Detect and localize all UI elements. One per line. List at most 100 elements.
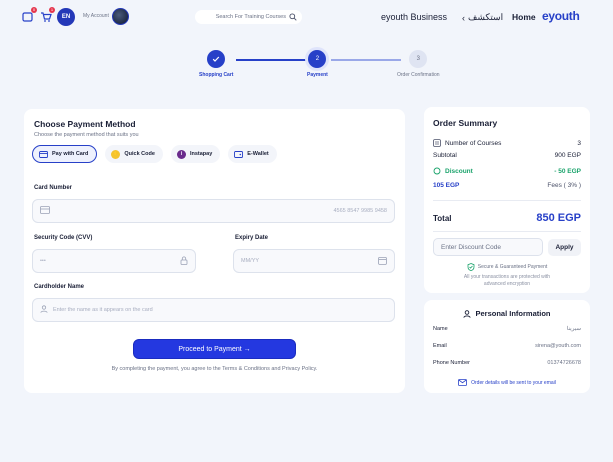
order-summary-card: Order Summary Number of Courses 3 Subtot… — [424, 107, 590, 293]
quick-code-icon: ⚡ — [111, 149, 121, 159]
cvv-label: Security Code (CVV) — [34, 235, 93, 241]
card-field-icon — [40, 206, 50, 216]
top-navbar: 0 1 EN My Account Search For Training Co… — [0, 0, 613, 34]
order-summary-title: Order Summary — [433, 118, 498, 128]
email-row: Email sirena@youth.com — [433, 343, 581, 349]
avatar[interactable] — [112, 8, 129, 25]
payment-title: Choose Payment Method — [34, 119, 136, 129]
card-number-label: Card Number — [34, 185, 73, 191]
expiry-date-input[interactable]: MM/YY — [233, 249, 395, 273]
phone-row: Phone Number 01374726678 — [433, 360, 581, 366]
cart-icon[interactable]: 1 — [40, 7, 55, 22]
secure-payment-badge: Secure & Guaranteed Payment — [424, 263, 590, 271]
discount-label: Discount — [445, 167, 473, 175]
check-icon — [207, 50, 226, 68]
method-label: Pay with Card — [52, 151, 89, 157]
proceed-to-payment-button[interactable]: Proceed to Payment → — [133, 339, 296, 359]
phone-label: Phone Number — [433, 360, 470, 366]
card-icon — [39, 150, 48, 159]
step-label: Payment — [307, 72, 328, 78]
eyouth-logo[interactable]: eyouth — [542, 9, 580, 23]
cardholder-placeholder: Enter the name as it appears on the card — [53, 307, 153, 313]
cart-count-badge: 1 — [49, 7, 55, 13]
home-link[interactable]: Home — [512, 12, 536, 22]
search-input[interactable]: Search For Training Courses — [195, 10, 302, 24]
name-row: Name سيرينا — [433, 326, 581, 332]
step-label: Order Confirmation — [397, 72, 440, 78]
wishlist-count-badge: 0 — [31, 7, 37, 13]
secure-label: Secure & Guaranteed Payment — [477, 264, 548, 270]
subtotal-value: 900 EGP — [554, 152, 581, 159]
email-label: Email — [433, 343, 447, 349]
fees-row: 105 EGP Fees ( 3% ) — [433, 182, 581, 189]
cardholder-name-input[interactable]: Enter the name as it appears on the card — [32, 298, 395, 322]
instapay-icon: i — [176, 149, 186, 159]
method-e-wallet[interactable]: E-Wallet — [228, 145, 277, 163]
discount-value: - 50 EGP — [554, 167, 581, 175]
checkout-stepper: Shopping Cart 2 Payment 3 Order Confirma… — [196, 50, 446, 82]
terms-text: By completing the payment, you agree to … — [111, 366, 318, 372]
language-switch-button[interactable]: EN — [57, 8, 75, 26]
fees-label: Fees ( 3% ) — [547, 182, 581, 189]
shield-check-icon — [467, 263, 475, 271]
chevron-left-icon: ‹ — [462, 12, 465, 23]
stepper-line-pending — [331, 59, 401, 61]
method-pay-with-card[interactable]: Pay with Card — [32, 145, 98, 163]
apply-button[interactable]: Apply — [548, 239, 581, 256]
step-number: 2 — [308, 50, 327, 68]
summary-divider — [433, 200, 581, 201]
user-icon — [463, 309, 472, 318]
discount-row: Discount - 50 EGP — [433, 167, 581, 175]
total-divider — [433, 231, 581, 232]
discount-code-input[interactable]: Enter Discount Code — [433, 238, 543, 256]
courses-value: 3 — [577, 139, 581, 147]
method-instapay[interactable]: i Instapay — [170, 145, 221, 163]
explore-label: استكشف — [468, 12, 504, 22]
stepper-line-completed — [236, 59, 306, 61]
method-quick-code[interactable]: ⚡ Quick Code — [105, 145, 163, 163]
phone-value: 01374726678 — [547, 360, 581, 366]
step-number: 3 — [409, 50, 428, 68]
email-note: Order details will be sent to your email — [424, 379, 590, 386]
expiry-placeholder: MM/YY — [241, 258, 260, 264]
step-shopping-cart[interactable]: Shopping Cart — [199, 50, 233, 78]
card-number-placeholder: 4565 8547 9985 9458 — [333, 208, 387, 214]
courses-label: Number of Courses — [445, 139, 502, 147]
cvv-input[interactable]: ••• — [32, 249, 196, 273]
method-label: Instapay — [189, 151, 213, 157]
personal-info-card: Personal Information Name سيرينا Email s… — [424, 300, 590, 393]
step-payment: 2 Payment — [307, 50, 328, 78]
email-value: sirena@youth.com — [535, 343, 581, 349]
explore-menu[interactable]: ‹ استكشف — [462, 12, 503, 23]
personal-info-title: Personal Information — [475, 309, 551, 318]
subtotal-row: Subtotal 900 EGP — [433, 152, 581, 159]
step-order-confirmation: 3 Order Confirmation — [397, 50, 440, 78]
calendar-icon[interactable] — [378, 256, 387, 267]
name-label: Name — [433, 326, 448, 332]
payment-subtitle: Choose the payment method that suits you — [34, 132, 139, 138]
payment-method-card: Choose Payment Method Choose the payment… — [24, 109, 405, 393]
business-link[interactable]: eyouth Business — [381, 12, 447, 22]
lock-icon — [180, 256, 188, 267]
wishlist-icon[interactable]: 0 — [22, 7, 37, 22]
search-placeholder: Search For Training Courses — [215, 14, 286, 20]
subtotal-label: Subtotal — [433, 152, 457, 159]
courses-icon — [433, 139, 441, 147]
wallet-icon — [234, 150, 244, 159]
tag-icon — [433, 167, 441, 175]
card-number-input[interactable]: 4565 8547 9985 9458 — [32, 199, 395, 223]
total-label: Total — [433, 214, 452, 223]
step-label: Shopping Cart — [199, 72, 234, 78]
search-icon[interactable] — [289, 13, 297, 21]
my-account-link[interactable]: My Account — [83, 13, 109, 19]
mail-icon — [458, 379, 468, 386]
cvv-placeholder: ••• — [40, 258, 46, 264]
total-value: 850 EGP — [536, 212, 581, 224]
email-note-text: Order details will be sent to your email — [471, 379, 556, 386]
personal-info-header: Personal Information — [424, 309, 590, 318]
user-icon — [40, 305, 48, 315]
header-icons: 0 1 — [22, 7, 55, 22]
expiry-label: Expiry Date — [235, 235, 269, 241]
cardholder-label: Cardholder Name — [34, 284, 85, 290]
fees-amount: 105 EGP — [433, 182, 460, 189]
